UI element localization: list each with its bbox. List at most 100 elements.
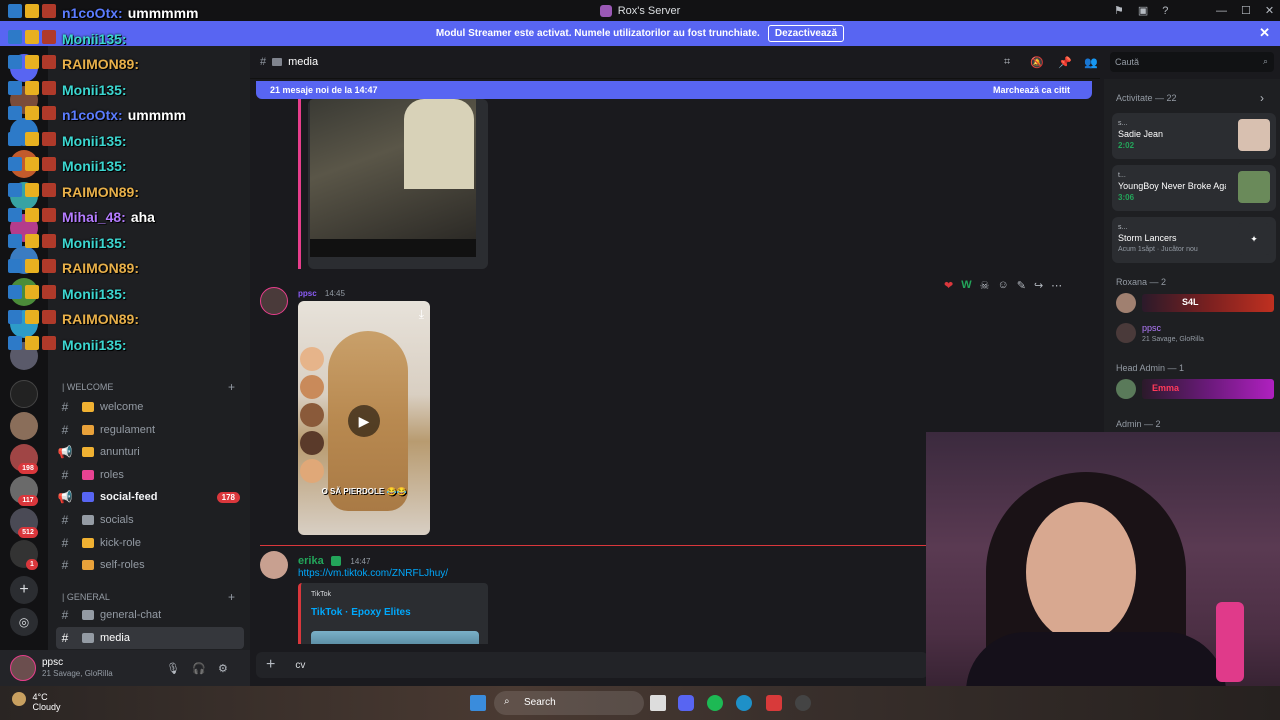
edge-icon[interactable] [736,695,752,711]
maximize-icon[interactable]: ☐ [1241,4,1251,17]
add-reaction-icon[interactable]: ☺ [997,279,1008,291]
spotify-icon[interactable] [707,695,723,711]
album-art [1238,171,1270,203]
more-icon[interactable]: ⋯ [1051,279,1062,292]
activity-card[interactable]: s... Storm Lancers Acum 1săpt · Jucător … [1112,217,1276,263]
message-toolbar: ❤ W ☠ ☺ ✎ ↪ ⋯ [944,276,1086,294]
steam-icon[interactable] [795,695,811,711]
channel-item-regulament[interactable]: # regulament [56,419,244,441]
embed-thumbnail[interactable] [311,631,479,644]
edit-icon[interactable]: ✎ [1017,279,1026,292]
search-input[interactable]: Caută ⌕ [1110,52,1274,72]
message-time: 14:45 [324,289,345,298]
settings-icon[interactable]: ⚙ [218,662,228,675]
close-banner-icon[interactable]: ✕ [1259,25,1270,41]
start-icon[interactable] [470,695,486,711]
guild-badge: 198 [18,463,38,474]
discover-icon[interactable]: ◎ [10,608,38,636]
activity-card[interactable]: s... Sadie Jean 2:02 [1112,113,1276,159]
chevron-right-icon[interactable]: › [1260,91,1264,105]
message-link[interactable]: https://vm.tiktok.com/ZNRFLJhuy/ [298,568,448,579]
channel-item-welcome[interactable]: # welcome [56,396,244,418]
avatar[interactable] [10,655,36,681]
screen-icon[interactable]: ▣ [1138,4,1148,17]
message-author[interactable]: erika [298,555,324,567]
download-icon[interactable]: ⤓ [419,307,424,322]
embed-title[interactable]: TikTok · Epoxy Elites [311,607,411,618]
avatar[interactable] [260,287,288,315]
skull-reaction-icon[interactable]: ☠ [980,279,990,292]
guild-icon[interactable] [10,150,38,178]
category-welcome[interactable]: | WELCOME + [62,380,235,394]
guild-badge: 512 [18,527,38,538]
channel-item-media[interactable]: # media [56,626,244,649]
add-channel-icon[interactable]: + [228,590,235,604]
mic-icon[interactable]: 🎙 [166,662,180,675]
app-icon[interactable] [766,695,782,711]
weather-widget[interactable]: 4°C Cloudy [12,692,61,712]
guild-icon[interactable] [10,214,38,242]
channel-item-anunturi[interactable]: 📢 anunturi [56,441,244,463]
video-attachment[interactable]: ▶ ⤓ O SĂ PIERDOLE 😂😂 [298,301,430,535]
help-icon[interactable]: ? [1162,5,1168,17]
files-icon[interactable] [650,695,666,711]
forward-icon[interactable]: ↪ [1034,279,1043,292]
channel-emoji-icon [82,469,94,480]
guild-icon[interactable] [10,310,38,338]
taskbar-search-label: Search [524,697,556,708]
channel-item-social-feed[interactable]: 📢 social-feed 178 [56,486,244,508]
inbox-icon[interactable]: ⚑ [1114,4,1124,17]
guild-icon[interactable] [10,342,38,370]
channel-item-self-roles[interactable]: # self-roles [56,554,244,576]
attach-icon[interactable]: + [266,656,275,674]
w-reaction-icon[interactable]: W [961,279,971,291]
channel-emoji-icon [82,610,94,620]
guild-icon[interactable] [10,182,38,210]
activity-card[interactable]: t... YoungBoy Never Broke Aga... 3:06 [1112,165,1276,211]
channel-emoji-icon [82,632,94,643]
pin-icon[interactable]: 📌 [1058,56,1072,69]
guild-icon[interactable] [10,118,38,146]
mark-read-button[interactable]: Marchează ca citit [993,85,1070,95]
message-composer[interactable]: + cv [256,652,928,678]
avatar[interactable] [260,551,288,579]
window-title: Rox's Server [617,4,681,17]
category-label: | GENERAL [62,592,110,602]
play-icon[interactable]: ▶ [348,405,380,437]
close-window-icon[interactable]: ✕ [1265,4,1274,17]
channel-item-roles[interactable]: # roles [56,464,244,486]
guild-icon[interactable] [10,246,38,274]
guild-icon[interactable] [10,380,38,408]
guild-icon[interactable] [10,278,38,306]
user-status: 21 Savage, GloRilla [42,669,113,678]
new-messages-bar[interactable]: 21 mesaje noi de la 14:47 Marchează ca c… [256,81,1092,99]
channel-sidebar: | WELCOME + # welcome # regulament 📢 anunturi… [48,46,250,686]
taskbar-search[interactable]: Search [494,691,644,715]
channel-emoji-icon [82,515,94,525]
members-icon[interactable]: 👥 [1084,56,1098,69]
heart-reaction-icon[interactable]: ❤ [944,279,953,292]
member-item[interactable]: Emma [1116,379,1274,399]
avatar [1116,293,1136,313]
member-item[interactable]: S4L [1116,293,1274,313]
guild-icon[interactable] [10,54,38,82]
headphones-icon[interactable]: 🎧 [192,662,206,675]
guild-icon[interactable] [10,86,38,114]
channel-item-kick-role[interactable]: # kick-role [56,532,244,554]
channel-item-general-chat[interactable]: # general-chat [56,604,244,626]
threads-icon[interactable]: ⌗ [1004,56,1010,69]
discord-icon[interactable] [678,695,694,711]
add-channel-icon[interactable]: + [228,380,235,394]
minimize-icon[interactable]: — [1216,5,1227,17]
guild-icon[interactable] [10,412,38,440]
mute-icon[interactable]: 🔕 [1030,56,1044,69]
composer-input[interactable]: cv [295,660,305,671]
video-attachment[interactable] [308,99,488,269]
channel-item-socials[interactable]: # socials [56,509,244,531]
link-embed: TikTok TikTok · Epoxy Elites [298,583,488,644]
category-general[interactable]: | GENERAL + [62,590,235,604]
message-author[interactable]: ppsc [298,289,317,298]
add-server-icon[interactable]: + [10,576,38,604]
member-item[interactable]: ppsc 21 Savage, GloRilla [1116,323,1204,343]
disable-streamer-button[interactable]: Dezactivează [767,25,845,42]
